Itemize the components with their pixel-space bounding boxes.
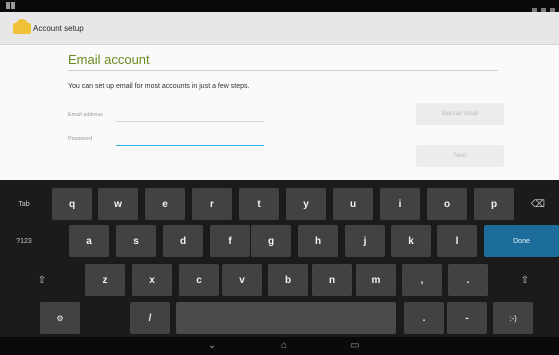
done-button[interactable]: Done [484, 225, 559, 257]
backspace-icon[interactable]: ⌫ [520, 188, 556, 220]
key-n[interactable]: n [312, 264, 352, 296]
key-slash[interactable]: / [130, 302, 170, 334]
action-bar-title: Account setup [33, 24, 84, 33]
email-label: Email address [68, 112, 103, 118]
key-symbols[interactable]: ?123 [4, 225, 44, 257]
key-y[interactable]: y [286, 188, 326, 220]
soft-keyboard: Tab q w e r t y u i o p ⌫ ?123 a s d f g… [0, 180, 559, 337]
title-divider [68, 70, 498, 71]
key-period[interactable]: . [448, 264, 488, 296]
key-u[interactable]: u [333, 188, 373, 220]
key-c[interactable]: c [179, 264, 219, 296]
key-r[interactable]: r [192, 188, 232, 220]
key-comma[interactable]: , [402, 264, 442, 296]
key-l[interactable]: l [437, 225, 477, 257]
email-app-icon[interactable] [13, 19, 31, 34]
key-i[interactable]: i [380, 188, 420, 220]
spacebar[interactable] [176, 302, 396, 334]
password-label: Password [68, 136, 93, 142]
key-z[interactable]: z [85, 264, 125, 296]
key-x[interactable]: x [132, 264, 172, 296]
home-icon[interactable]: ⌂ [281, 340, 287, 351]
key-dash[interactable]: - [447, 302, 487, 334]
status-bar [0, 0, 559, 15]
setup-description: You can set up email for most accounts i… [68, 83, 250, 90]
manual-setup-button[interactable]: Manual setup [416, 103, 504, 125]
next-button[interactable]: Next [416, 145, 504, 167]
page-title: Email account [68, 52, 150, 67]
key-h[interactable]: h [298, 225, 338, 257]
action-bar: Account setup [0, 12, 559, 45]
shift-left-icon[interactable]: ⇧ [22, 264, 62, 296]
key-a[interactable]: a [69, 225, 109, 257]
key-k[interactable]: k [391, 225, 431, 257]
email-field[interactable] [116, 110, 264, 122]
key-e[interactable]: e [145, 188, 185, 220]
shift-right-icon[interactable]: ⇧ [505, 264, 545, 296]
key-s[interactable]: s [116, 225, 156, 257]
settings-key-icon[interactable]: ⚙ [40, 302, 80, 334]
key-b[interactable]: b [268, 264, 308, 296]
status-icons [528, 2, 555, 15]
key-d[interactable]: d [163, 225, 203, 257]
key-dot[interactable]: . [404, 302, 444, 334]
key-p[interactable]: p [474, 188, 514, 220]
navigation-bar: ⌄ ⌂ ▭ [0, 337, 559, 355]
key-o[interactable]: o [427, 188, 467, 220]
recents-icon[interactable]: ▭ [350, 340, 359, 351]
key-w[interactable]: w [98, 188, 138, 220]
back-icon[interactable]: ⌄ [208, 340, 216, 351]
key-m[interactable]: m [356, 264, 396, 296]
key-f[interactable]: f [210, 225, 250, 257]
password-field[interactable] [116, 134, 264, 146]
notification-icon [6, 2, 16, 10]
key-smiley[interactable]: :-) [493, 302, 533, 334]
key-tab[interactable]: Tab [4, 188, 44, 220]
key-j[interactable]: j [345, 225, 385, 257]
key-g[interactable]: g [251, 225, 291, 257]
key-v[interactable]: v [222, 264, 262, 296]
key-t[interactable]: t [239, 188, 279, 220]
key-q[interactable]: q [52, 188, 92, 220]
